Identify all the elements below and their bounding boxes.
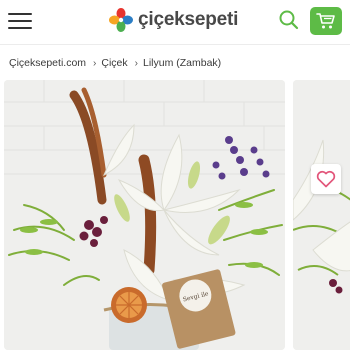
search-icon — [279, 10, 299, 30]
heart-icon — [316, 170, 336, 188]
search-button[interactable] — [278, 9, 300, 31]
chevron-right-icon: › — [134, 57, 138, 69]
header: çiçeksepeti — [0, 0, 350, 42]
breadcrumb-home[interactable]: Çiçeksepeti.com — [9, 57, 86, 69]
favorite-button[interactable] — [311, 164, 341, 194]
breadcrumb-current[interactable]: Lilyum (Zambak) — [143, 57, 221, 69]
logo-text: çiçeksepeti — [138, 9, 239, 30]
cart-button[interactable] — [310, 7, 342, 35]
flower-logo-icon — [109, 8, 133, 32]
logo[interactable]: çiçeksepeti — [108, 7, 238, 33]
breadcrumb-category[interactable]: Çiçek — [101, 57, 127, 69]
breadcrumb: Çiçeksepeti.com › Çiçek › Lilyum (Zambak… — [9, 55, 221, 71]
next-bouquet-photo — [293, 80, 350, 350]
product-image[interactable]: Sevgi ile — [4, 80, 285, 350]
next-product-image[interactable] — [293, 80, 350, 350]
header-divider — [0, 44, 350, 45]
hamburger-menu-icon[interactable] — [8, 12, 32, 30]
lily-bouquet-photo: Sevgi ile — [4, 80, 285, 350]
product-gallery: Sevgi ile — [0, 80, 350, 350]
shopping-cart-icon — [316, 13, 335, 29]
chevron-right-icon: › — [93, 57, 97, 69]
